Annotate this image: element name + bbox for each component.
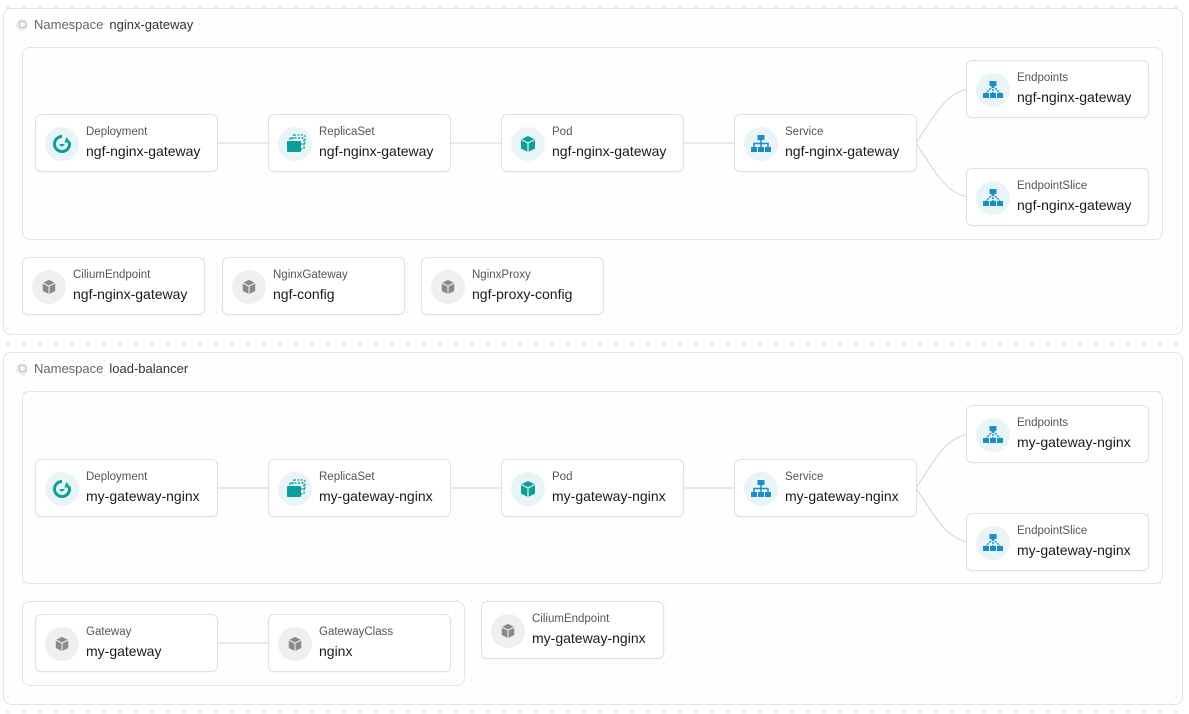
namespace-toggle-icon[interactable]	[16, 18, 28, 31]
node-kind: Deployment	[86, 471, 148, 483]
node-pod[interactable]: Pod my-gateway-nginx	[501, 459, 684, 517]
node-service[interactable]: Service ngf-nginx-gateway	[734, 114, 917, 172]
namespace-header: Namespace nginx-gateway	[16, 17, 193, 32]
node-kind: Endpoints	[1017, 72, 1069, 84]
node-kind: ReplicaSet	[319, 126, 375, 138]
node-kind: CiliumEndpoint	[73, 269, 151, 281]
deployment-icon	[45, 127, 79, 161]
node-kind: Deployment	[86, 126, 148, 138]
node-name: my-gateway-nginx	[319, 488, 433, 504]
node-kind: Service	[785, 471, 824, 483]
node-kind: Gateway	[86, 626, 132, 638]
node-kind: Pod	[552, 471, 573, 483]
cube-icon	[232, 270, 266, 304]
node-kind: EndpointSlice	[1017, 180, 1088, 192]
pod-icon	[511, 127, 545, 161]
endpoints-icon	[976, 73, 1010, 107]
node-replicaset[interactable]: ReplicaSet my-gateway-nginx	[268, 459, 451, 517]
node-replicaset[interactable]: ReplicaSet ngf-nginx-gateway	[268, 114, 451, 172]
node-kind: GatewayClass	[319, 626, 394, 638]
deployment-icon	[45, 472, 79, 506]
namespace-name: load-balancer	[109, 361, 189, 376]
node-name: my-gateway-nginx	[1017, 542, 1131, 558]
node-nginxproxy[interactable]: NginxProxy ngf-proxy-config	[421, 257, 604, 315]
node-endpoints[interactable]: Endpoints ngf-nginx-gateway	[966, 60, 1149, 118]
node-deployment[interactable]: Deployment my-gateway-nginx	[35, 459, 218, 517]
namespace-prefix: Namespace	[34, 17, 104, 32]
node-pod[interactable]: Pod ngf-nginx-gateway	[501, 114, 684, 172]
node-kind: CiliumEndpoint	[532, 613, 610, 625]
node-name: ngf-nginx-gateway	[1017, 89, 1132, 105]
namespace-toggle-icon[interactable]	[16, 362, 28, 375]
node-kind: Pod	[552, 126, 573, 138]
node-name: my-gateway	[86, 643, 162, 659]
node-ciliumendpoint[interactable]: CiliumEndpoint ngf-nginx-gateway	[22, 257, 205, 315]
node-kind: ReplicaSet	[319, 471, 375, 483]
cube-icon	[32, 270, 66, 304]
endpointslice-icon	[976, 181, 1010, 215]
namespace-prefix: Namespace	[34, 361, 104, 376]
node-name: ngf-nginx-gateway	[86, 143, 201, 159]
node-name: ngf-nginx-gateway	[785, 143, 900, 159]
node-kind: NginxProxy	[472, 269, 531, 281]
node-kind: EndpointSlice	[1017, 525, 1088, 537]
node-endpointslice[interactable]: EndpointSlice ngf-nginx-gateway	[966, 168, 1149, 226]
node-name: my-gateway-nginx	[1017, 434, 1131, 450]
namespace-header: Namespace load-balancer	[16, 361, 188, 376]
service-icon	[744, 127, 778, 161]
node-name: ngf-nginx-gateway	[73, 286, 188, 302]
node-name: my-gateway-nginx	[785, 488, 899, 504]
node-deployment[interactable]: Deployment ngf-nginx-gateway	[35, 114, 218, 172]
node-name: my-gateway-nginx	[86, 488, 200, 504]
node-kind: NginxGateway	[273, 269, 348, 281]
service-icon	[744, 472, 778, 506]
cube-icon	[278, 627, 312, 661]
cube-icon	[491, 614, 525, 648]
node-kind: Endpoints	[1017, 417, 1069, 429]
node-name: my-gateway-nginx	[552, 488, 666, 504]
node-kind: Service	[785, 126, 824, 138]
node-name: ngf-nginx-gateway	[1017, 197, 1132, 213]
node-gateway[interactable]: Gateway my-gateway	[35, 614, 218, 672]
node-name: ngf-nginx-gateway	[319, 143, 434, 159]
namespace-name: nginx-gateway	[109, 17, 194, 32]
node-endpointslice[interactable]: EndpointSlice my-gateway-nginx	[966, 513, 1149, 571]
node-name: nginx	[319, 643, 353, 659]
node-name: ngf-config	[273, 286, 335, 302]
node-gatewayclass[interactable]: GatewayClass nginx	[268, 614, 451, 672]
endpointslice-icon	[976, 526, 1010, 560]
cube-icon	[431, 270, 465, 304]
replicaset-icon	[278, 127, 312, 161]
replicaset-icon	[278, 472, 312, 506]
node-name: ngf-proxy-config	[472, 286, 573, 302]
cube-icon	[45, 627, 79, 661]
node-name: ngf-nginx-gateway	[552, 143, 667, 159]
node-ciliumendpoint[interactable]: CiliumEndpoint my-gateway-nginx	[481, 601, 664, 659]
node-service[interactable]: Service my-gateway-nginx	[734, 459, 917, 517]
node-name: my-gateway-nginx	[532, 630, 646, 646]
endpoints-icon	[976, 418, 1010, 452]
pod-icon	[511, 472, 545, 506]
node-nginxgateway[interactable]: NginxGateway ngf-config	[222, 257, 405, 315]
node-endpoints[interactable]: Endpoints my-gateway-nginx	[966, 405, 1149, 463]
